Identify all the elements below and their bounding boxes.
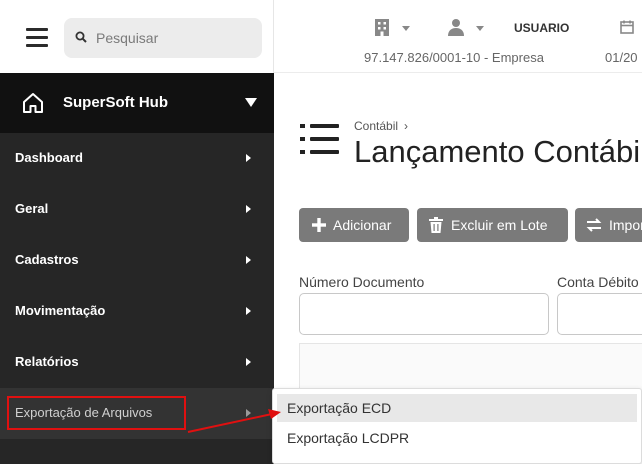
submenu-item-ecd[interactable]: Exportação ECD bbox=[277, 394, 637, 422]
hub-header[interactable]: SuperSoft Hub bbox=[0, 73, 274, 133]
export-submenu: Exportação ECD Exportação LCDPR bbox=[272, 388, 642, 464]
caret-right-icon bbox=[246, 358, 251, 366]
hub-title: SuperSoft Hub bbox=[63, 94, 168, 111]
breadcrumb: Contábil › bbox=[354, 119, 408, 133]
sidebar-item-dashboard[interactable]: Dashboard bbox=[0, 133, 274, 184]
debit-account-input[interactable] bbox=[557, 293, 642, 335]
user-name[interactable]: USUARIO bbox=[514, 21, 569, 35]
sidebar-item-label: Cadastros bbox=[15, 252, 79, 267]
search-box[interactable] bbox=[64, 18, 262, 58]
search-input[interactable] bbox=[96, 18, 256, 58]
import-button-label: Importar bbox=[609, 217, 642, 233]
document-number-label: Número Documento bbox=[299, 274, 425, 290]
top-header: USUARIO 97.147.826/0001-10 - Empresa 01/… bbox=[274, 0, 642, 73]
import-button[interactable]: Importar bbox=[575, 208, 642, 242]
home-icon bbox=[23, 93, 43, 113]
bulk-delete-label: Excluir em Lote bbox=[451, 217, 548, 233]
submenu-item-label: Exportação ECD bbox=[287, 400, 392, 416]
building-icon[interactable] bbox=[374, 18, 390, 36]
sidebar-item-label: Dashboard bbox=[15, 150, 83, 165]
sidebar-item-geral[interactable]: Geral bbox=[0, 184, 274, 235]
trash-icon bbox=[429, 217, 443, 233]
breadcrumb-item[interactable]: Contábil bbox=[354, 119, 398, 133]
sidebar-item-label: Relatórios bbox=[15, 354, 79, 369]
caret-down-icon[interactable] bbox=[402, 26, 410, 31]
period-date: 01/20 bbox=[605, 50, 638, 65]
sidebar-item-relatorios[interactable]: Relatórios bbox=[0, 337, 274, 388]
debit-account-label: Conta Débito bbox=[557, 274, 639, 290]
add-button-label: Adicionar bbox=[333, 217, 392, 233]
sidebar-item-label: Movimentação bbox=[15, 303, 106, 318]
sidebar-item-movimentacao[interactable]: Movimentação bbox=[0, 286, 274, 337]
search-icon bbox=[75, 31, 87, 43]
add-button[interactable]: Adicionar bbox=[299, 208, 409, 242]
caret-down-icon bbox=[245, 98, 257, 107]
submenu-item-lcdpr[interactable]: Exportação LCDPR bbox=[277, 424, 637, 452]
list-icon bbox=[300, 124, 339, 154]
calendar-icon[interactable] bbox=[620, 20, 634, 34]
bulk-delete-button[interactable]: Excluir em Lote bbox=[417, 208, 568, 242]
caret-right-icon bbox=[246, 205, 251, 213]
plus-icon bbox=[312, 218, 326, 232]
sidebar-item-cadastros[interactable]: Cadastros bbox=[0, 235, 274, 286]
caret-down-icon[interactable] bbox=[476, 26, 484, 31]
company-info: 97.147.826/0001-10 - Empresa bbox=[364, 50, 544, 65]
menu-icon[interactable] bbox=[26, 28, 48, 48]
annotation-highlight-box bbox=[7, 396, 186, 430]
caret-right-icon bbox=[246, 307, 251, 315]
caret-right-icon bbox=[246, 409, 251, 417]
sidebar-top bbox=[0, 0, 274, 73]
app-root: SuperSoft Hub Dashboard Geral Cadastros … bbox=[0, 0, 642, 464]
swap-icon bbox=[586, 218, 602, 232]
user-icon[interactable] bbox=[447, 18, 465, 36]
caret-right-icon bbox=[246, 256, 251, 264]
sidebar-item-label: Geral bbox=[15, 201, 49, 216]
sidebar: SuperSoft Hub Dashboard Geral Cadastros … bbox=[0, 0, 274, 464]
document-number-input[interactable] bbox=[299, 293, 549, 335]
caret-right-icon bbox=[246, 154, 251, 162]
submenu-item-label: Exportação LCDPR bbox=[287, 430, 410, 446]
chevron-right-icon: › bbox=[404, 119, 409, 133]
page-title: Lançamento Contábil bbox=[354, 134, 642, 169]
